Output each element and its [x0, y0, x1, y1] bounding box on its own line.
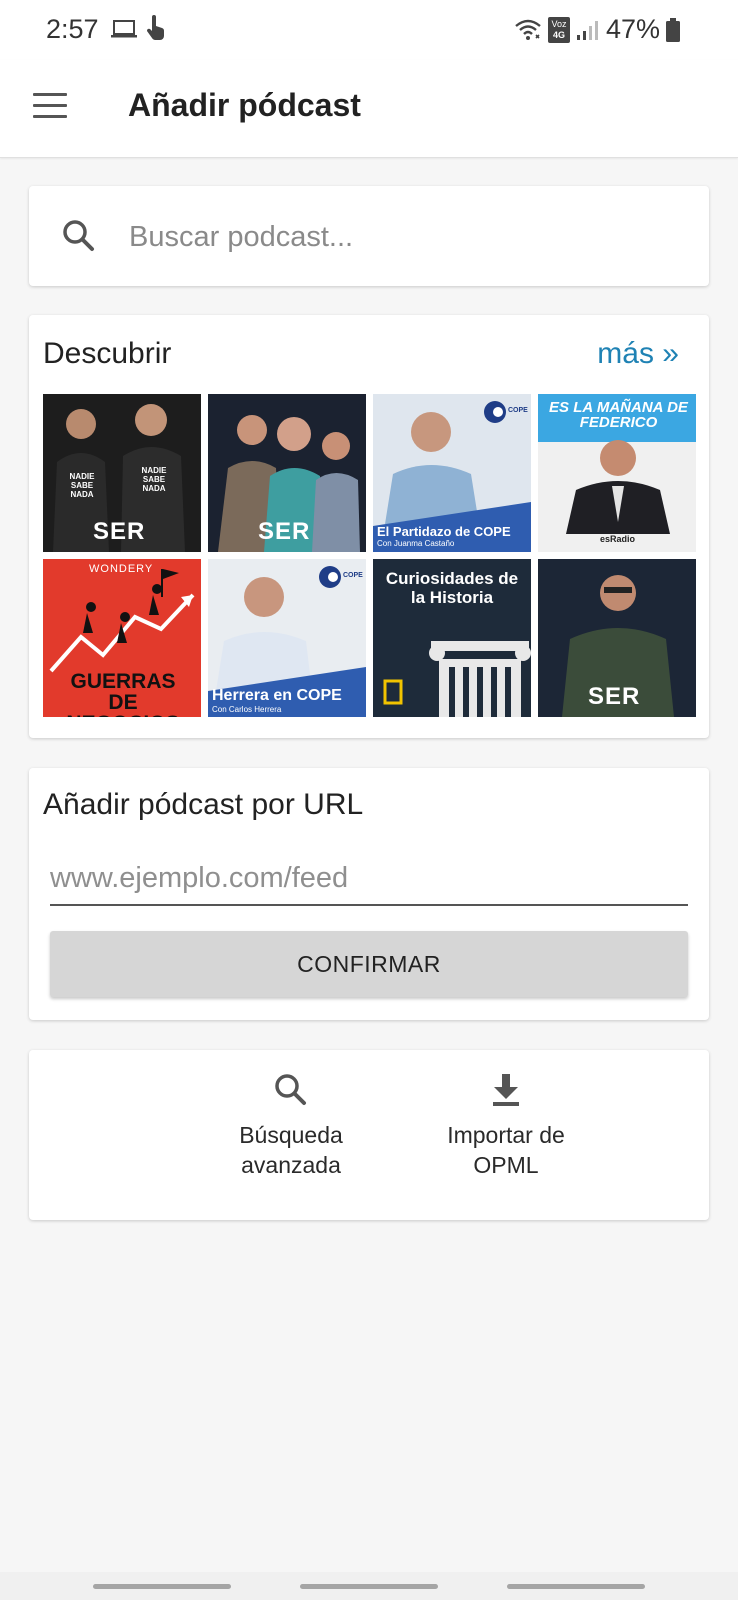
search-placeholder: Buscar podcast...	[129, 221, 354, 253]
actions-section: Búsqueda avanzada Importar de OPML	[29, 1050, 709, 1220]
cover-badge: SER	[258, 518, 311, 545]
touch-hand-icon	[146, 15, 165, 40]
nav-handle[interactable]	[507, 1584, 645, 1589]
podcast-cover-el-partidazo[interactable]: COPE El Partidazo de COPE Con Juanma Cas…	[373, 394, 531, 552]
cover-title: GUERRAS DE NEGOCIOS	[66, 670, 179, 717]
cover-title: Herrera en COPE	[212, 687, 342, 704]
url-section-title: Añadir pódcast por URL	[43, 788, 364, 821]
cover-shirt-text: NADIE SABE NADA	[69, 472, 95, 499]
advanced-search-label: Búsqueda	[239, 1122, 343, 1148]
download-icon	[493, 1074, 519, 1106]
cover-title: Curiosidades de la Historia	[385, 569, 519, 607]
cover-title: ES LA MAÑANA DE FEDERICO	[549, 399, 688, 431]
feed-url-input[interactable]: www.ejemplo.com/feed	[50, 860, 688, 906]
cover-subtitle: Con Juanma Castaño	[377, 539, 455, 548]
import-opml-button[interactable]: Importar de OPML	[416, 1072, 596, 1180]
volte-icon: Voz 4G	[547, 16, 570, 43]
nav-handle[interactable]	[300, 1584, 438, 1589]
cover-subtitle: Con Carlos Herrera	[212, 705, 282, 714]
confirm-button[interactable]: CONFIRMAR	[50, 931, 688, 997]
cover-brand: COPE	[508, 407, 528, 414]
battery-percent: 47%	[605, 14, 660, 44]
podcast-cover-herrera-en-cope[interactable]: COPE Herrera en COPE Con Carlos Herrera	[208, 559, 366, 717]
import-opml-label: OPML	[473, 1152, 539, 1178]
hamburger-menu-icon[interactable]	[33, 93, 67, 119]
podcast-cover-curiosidades-de-la-historia[interactable]: Curiosidades de la Historia	[373, 559, 531, 717]
cover-title: El Partidazo de COPE	[377, 524, 511, 539]
podcast-cover-ser-2[interactable]: SER	[208, 394, 366, 552]
battery-icon	[666, 17, 680, 42]
discover-section: Descubrir más » NADIE SABE NADA NADIE SA…	[29, 315, 709, 738]
search-icon	[63, 220, 94, 251]
cover-badge: SER	[588, 683, 641, 710]
status-bar: 2:57 Voz 4G 47%	[0, 0, 738, 60]
cover-badge: SER	[93, 518, 146, 545]
network-type-label: 4G	[552, 29, 565, 40]
search-input[interactable]: Buscar podcast...	[29, 186, 709, 286]
discover-title: Descubrir	[43, 337, 172, 370]
laptop-icon	[111, 20, 137, 38]
advanced-search-label: avanzada	[241, 1152, 341, 1178]
podcast-cover-guerras-de-negocios[interactable]: WONDERY GUERRAS DE NEGOCIOS	[43, 559, 201, 717]
discover-more-link[interactable]: más »	[597, 337, 679, 371]
cover-brand: COPE	[343, 572, 363, 579]
status-time: 2:57	[46, 14, 99, 44]
advanced-search-button[interactable]: Búsqueda avanzada	[201, 1072, 381, 1180]
import-opml-label: Importar de	[447, 1122, 565, 1148]
page-title: Añadir pódcast	[128, 87, 361, 123]
podcast-cover-nadie-sabe-nada[interactable]: NADIE SABE NADA NADIE SABE NADA SER	[43, 394, 201, 552]
add-by-url-section: Añadir pódcast por URL www.ejemplo.com/f…	[29, 768, 709, 1020]
cover-brand: WONDERY	[89, 563, 154, 575]
search-icon	[275, 1074, 306, 1105]
nav-handle[interactable]	[93, 1584, 231, 1589]
podcast-cover-federico[interactable]: ES LA MAÑANA DE FEDERICO esRadio	[538, 394, 696, 552]
cover-brand: esRadio	[600, 534, 636, 544]
wifi-icon	[515, 19, 541, 40]
podcast-cover-ser-8[interactable]: SER	[538, 559, 696, 717]
signal-icon	[576, 20, 598, 40]
feed-url-placeholder: www.ejemplo.com/feed	[50, 862, 349, 894]
app-bar: Añadir pódcast	[0, 60, 738, 158]
cover-shirt-text: NADIE SABE NADA	[141, 466, 167, 493]
system-nav-bar	[0, 1572, 738, 1600]
volte-label: Voz	[551, 18, 567, 29]
podcast-grid: NADIE SABE NADA NADIE SABE NADA SER SER	[43, 394, 696, 717]
